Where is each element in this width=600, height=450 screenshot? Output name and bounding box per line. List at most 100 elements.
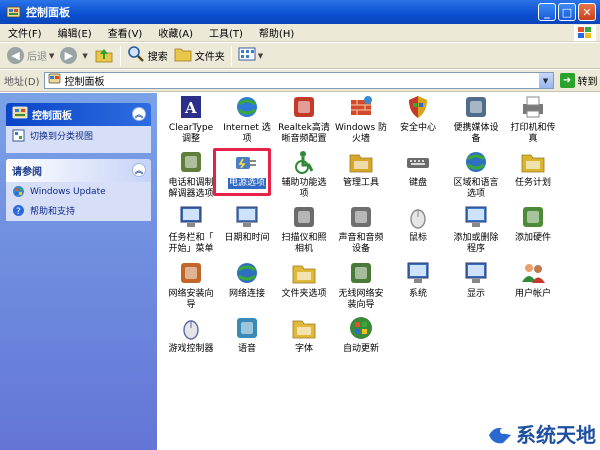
control-panel-icons: A ClearType 调整 Internet 选 项 Realtek高清 晰音频配置…: [158, 93, 600, 450]
address-input[interactable]: 控制面板 ▼: [43, 72, 554, 89]
control-panel-item[interactable]: A ClearType 调整: [163, 93, 219, 145]
control-panel-item-label: 用户帐户: [514, 289, 551, 299]
highlight-box: [213, 148, 271, 196]
control-panel-item-label: 系统: [408, 289, 427, 299]
control-panel-item[interactable]: 便携媒体设 备: [448, 93, 504, 145]
menu-edit[interactable]: 编辑(E): [50, 25, 100, 40]
accessibility-icon: [290, 148, 318, 176]
control-panel-item[interactable]: 辅助功能选 项: [276, 148, 332, 200]
mouse-icon: [404, 203, 432, 231]
search-label: 搜索: [147, 52, 168, 63]
network-connections-icon: [233, 259, 261, 287]
see-also-section: 请参阅 ︽ Windows Update ? 帮助和支持: [6, 159, 151, 221]
section-title: 请参阅: [12, 167, 42, 178]
control-panel-icon: [48, 73, 61, 88]
chevron-down-icon: ▼: [257, 51, 264, 60]
windows-update-icon: [12, 185, 25, 198]
control-panel-item-label: 日期和时间: [224, 233, 270, 243]
control-panel-item[interactable]: 日期和时间: [219, 203, 275, 244]
control-panel-item[interactable]: 管理工具: [333, 148, 389, 189]
control-panel-item[interactable]: 任务栏和「 开始」菜单: [163, 203, 219, 255]
address-dropdown-icon[interactable]: ▼: [538, 73, 553, 88]
close-button[interactable]: ✕: [578, 3, 596, 21]
section-header[interactable]: 请参阅 ︽: [6, 159, 151, 182]
windows-update-link[interactable]: Windows Update: [6, 182, 151, 201]
menu-favorites[interactable]: 收藏(A): [150, 25, 201, 40]
control-panel-item[interactable]: 网络连接: [219, 259, 275, 300]
control-panel-item[interactable]: 电话和调制 解调器选项: [163, 148, 219, 200]
help-support-link[interactable]: ? 帮助和支持: [6, 201, 151, 220]
control-panel-item[interactable]: 区域和语言 选项: [448, 148, 504, 200]
region-language-icon: [462, 148, 490, 176]
automatic-updates-icon: [347, 314, 375, 342]
control-panel-item[interactable]: 语音: [219, 314, 275, 355]
minimize-button[interactable]: _: [538, 3, 556, 21]
control-panel-item[interactable]: 安全中心: [390, 93, 446, 134]
date-time-icon: [233, 203, 261, 231]
control-panel-item[interactable]: 打印机和传 真: [505, 93, 561, 145]
control-panel-item-label: 网络安装向 导: [168, 289, 214, 310]
collapse-icon[interactable]: ︽: [132, 107, 146, 121]
control-panel-item[interactable]: Windows 防 火墙: [333, 93, 389, 145]
control-panel-item[interactable]: 声音和音频 设备: [333, 203, 389, 255]
title-bar: 控制面板 _ □ ✕: [0, 0, 600, 24]
sound-icon: [347, 203, 375, 231]
folders-button[interactable]: 文件夹: [171, 45, 228, 67]
control-panel-item[interactable]: 添加硬件: [505, 203, 561, 244]
control-panel-item[interactable]: 自动更新: [333, 314, 389, 355]
help-support-label: 帮助和支持: [30, 207, 76, 217]
phone-modem-icon: [177, 148, 205, 176]
switch-icon: [12, 129, 25, 142]
go-button[interactable]: ➜ 转到: [559, 73, 598, 88]
scanner-camera-icon: [290, 203, 318, 231]
control-panel-item[interactable]: 键盘: [390, 148, 446, 189]
menu-help[interactable]: 帮助(H): [251, 25, 302, 40]
section-icon: [12, 105, 28, 124]
forward-button[interactable]: ▶ ▼: [57, 45, 90, 67]
keyboard-icon: [404, 148, 432, 176]
chevron-down-icon: ▼: [82, 51, 88, 60]
back-button[interactable]: ◀ 后退 ▼: [4, 45, 57, 67]
folder-icon: [174, 46, 192, 65]
control-panel-item[interactable]: Realtek高清 晰音频配置: [276, 93, 332, 145]
control-panel-item-label: 辅助功能选 项: [281, 178, 327, 199]
watermark: 系统天地: [487, 419, 596, 448]
control-panel-item[interactable]: 系统: [390, 259, 446, 300]
address-label: 地址(D): [4, 77, 40, 88]
menu-tools[interactable]: 工具(T): [201, 25, 251, 40]
wireless-setup-icon: [347, 259, 375, 287]
control-panel-item[interactable]: 无线网络安 装向导: [333, 259, 389, 311]
control-panel-item[interactable]: 鼠标: [390, 203, 446, 244]
maximize-button[interactable]: □: [558, 3, 576, 21]
control-panel-item[interactable]: 用户帐户: [505, 259, 561, 300]
collapse-icon[interactable]: ︽: [132, 163, 146, 177]
display-icon: [462, 259, 490, 287]
switch-category-view-link[interactable]: 切换到分类视图: [6, 126, 151, 145]
window-title: 控制面板: [26, 6, 70, 19]
control-panel-item[interactable]: 字体: [276, 314, 332, 355]
toolbar-separator: [119, 45, 121, 66]
search-button[interactable]: 搜索: [124, 45, 171, 67]
control-panel-item[interactable]: 显示: [448, 259, 504, 300]
control-panel-item-label: 添加或删除 程序: [453, 233, 499, 254]
menu-view[interactable]: 查看(V): [100, 25, 151, 40]
add-hardware-icon: [519, 203, 547, 231]
section-header[interactable]: 控制面板 ︽: [6, 103, 151, 126]
control-panel-item[interactable]: 文件夹选项: [276, 259, 332, 300]
control-panel-item[interactable]: 添加或删除 程序: [448, 203, 504, 255]
taskbar-start-icon: [177, 203, 205, 231]
control-panel-item[interactable]: 扫描仪和照 相机: [276, 203, 332, 255]
control-panel-item[interactable]: Internet 选 项: [219, 93, 275, 145]
control-panel-item[interactable]: 游戏控制器: [163, 314, 219, 355]
toolbar: ◀ 后退 ▼ ▶ ▼ 搜索 文件夹 ▼: [0, 43, 600, 69]
control-panel-item-label: 声音和音频 设备: [338, 233, 384, 254]
menu-file[interactable]: 文件(F): [0, 25, 50, 40]
views-button[interactable]: ▼: [235, 45, 266, 67]
back-arrow-icon: ◀: [7, 47, 24, 64]
scheduled-tasks-icon: [519, 148, 547, 176]
control-panel-item[interactable]: 任务计划: [505, 148, 561, 189]
control-panel-item[interactable]: 网络安装向 导: [163, 259, 219, 311]
control-panel-item-label: 游戏控制器: [168, 344, 214, 354]
control-panel-item-label: 键盘: [408, 178, 427, 188]
up-folder-button[interactable]: [91, 45, 117, 67]
